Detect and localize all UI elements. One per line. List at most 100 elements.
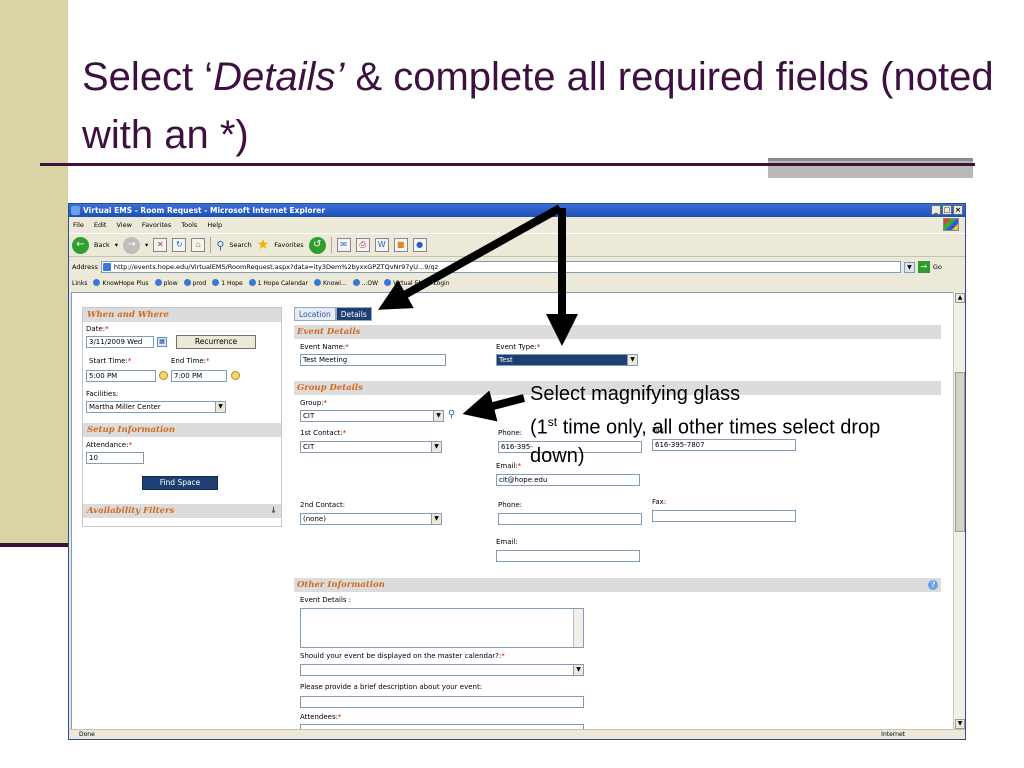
go-button[interactable]: Go xyxy=(933,263,942,271)
availability-filters-header[interactable]: Availability Filters ↡ xyxy=(83,504,281,518)
link-1-hope[interactable]: 1 Hope xyxy=(212,277,242,290)
event-details-text-label: Event Details : xyxy=(300,596,352,604)
menu-view[interactable]: View xyxy=(116,218,131,232)
master-calendar-select[interactable]: ▼ xyxy=(300,664,584,676)
scroll-up-icon[interactable]: ▲ xyxy=(955,293,965,303)
setup-information-header: Setup Information xyxy=(83,423,281,437)
request-tabs: Location Details xyxy=(294,307,372,321)
print-icon[interactable]: ⎙ xyxy=(355,238,370,252)
calendar-icon[interactable]: ▦ xyxy=(157,337,167,347)
end-time-input[interactable]: 7:00 PM xyxy=(171,370,227,382)
mail-icon[interactable]: ✉ xyxy=(336,238,351,252)
fax2-input[interactable] xyxy=(652,510,796,522)
page-scrollbar[interactable]: ▲ ▼ xyxy=(953,292,965,730)
stop-icon[interactable]: ✕ xyxy=(153,238,168,252)
email-input[interactable]: cit@hope.edu xyxy=(496,474,640,486)
address-label: Address xyxy=(72,263,98,271)
search-icon[interactable]: ⚲ xyxy=(216,239,224,252)
chevron-down-icon: ▼ xyxy=(431,514,441,524)
home-icon[interactable]: ⌂ xyxy=(191,238,206,252)
link-1-hope-calendar[interactable]: 1 Hope Calendar xyxy=(249,277,308,290)
minimize-button[interactable]: _ xyxy=(931,205,941,215)
facilities-label: Facilities: xyxy=(86,390,119,398)
when-where-header: When and Where xyxy=(83,308,281,322)
link-plow[interactable]: plow xyxy=(155,277,178,290)
scroll-down-icon[interactable]: ▼ xyxy=(955,719,965,729)
page-icon xyxy=(102,263,111,271)
link-knowhope-plus[interactable]: KnowHope Plus xyxy=(93,277,148,290)
tab-location[interactable]: Location xyxy=(294,307,336,321)
search-label[interactable]: Search xyxy=(229,241,251,249)
event-type-value: Test xyxy=(499,356,513,364)
forward-arrow-icon[interactable]: → xyxy=(123,236,141,254)
page-content: When and Where Date:* 3/11/2009 Wed ▦ Re… xyxy=(71,292,954,730)
windows-flag-icon xyxy=(943,218,959,231)
clock-icon[interactable] xyxy=(231,371,240,380)
menu-bar: File Edit View Favorites Tools Help xyxy=(69,218,965,232)
menu-help[interactable]: Help xyxy=(207,218,222,232)
find-space-button[interactable]: Find Space xyxy=(142,476,218,490)
window-titlebar: Virtual EMS - Room Request - Microsoft I… xyxy=(69,204,965,217)
edit-word-icon[interactable]: W xyxy=(374,238,389,252)
attendees-label: Attendees:* xyxy=(300,713,342,721)
link-virtual-ems-login[interactable]: Virtual EMS - Login xyxy=(384,277,449,290)
end-time-label: End Time:* xyxy=(171,357,210,365)
event-details-header: Event Details xyxy=(294,325,941,339)
collapse-chevron-icon[interactable]: ↡ xyxy=(270,504,277,518)
menu-favorites[interactable]: Favorites xyxy=(142,218,171,232)
maximize-button[interactable]: □ xyxy=(942,205,952,215)
history-icon[interactable]: ↺ xyxy=(308,236,326,254)
help-icon[interactable]: ? xyxy=(928,580,938,590)
browser-toolbar: ← Back ▾ → ▾ ✕ ↻ ⌂ ⚲ Search ★ Favorites … xyxy=(69,233,965,257)
event-type-select[interactable]: Test ▼ xyxy=(496,354,638,366)
textarea-scrollbar[interactable] xyxy=(573,609,583,647)
menu-file[interactable]: File xyxy=(73,218,84,232)
description-input[interactable] xyxy=(300,696,584,708)
close-button[interactable]: × xyxy=(953,205,963,215)
group-label: Group:* xyxy=(300,399,328,407)
back-arrow-icon[interactable]: ← xyxy=(72,236,89,254)
scroll-thumb[interactable] xyxy=(955,372,965,532)
slide-side-band xyxy=(0,0,68,545)
refresh-icon[interactable]: ↻ xyxy=(172,238,187,252)
back-dropdown-icon[interactable]: ▾ xyxy=(115,241,118,249)
email2-input[interactable] xyxy=(496,550,640,562)
second-contact-select[interactable]: (none) ▼ xyxy=(300,513,442,525)
slide-rule-lower xyxy=(0,543,68,547)
links-bar: Links KnowHope Plus plow prod 1 Hope 1 H… xyxy=(69,277,965,290)
links-label: Links xyxy=(72,280,88,287)
attendance-input[interactable]: 10 xyxy=(86,452,144,464)
menu-edit[interactable]: Edit xyxy=(94,218,107,232)
date-input[interactable]: 3/11/2009 Wed xyxy=(86,336,154,348)
browser-window: Virtual EMS - Room Request - Microsoft I… xyxy=(68,203,966,740)
address-input[interactable]: http://events.hope.edu/VirtualEMS/RoomRe… xyxy=(100,261,901,273)
forward-dropdown-icon[interactable]: ▾ xyxy=(145,241,148,249)
favorites-label[interactable]: Favorites xyxy=(274,241,303,249)
link-prod[interactable]: prod xyxy=(184,277,207,290)
when-where-panel: When and Where Date:* 3/11/2009 Wed ▦ Re… xyxy=(82,307,282,527)
first-contact-select[interactable]: CIT ▼ xyxy=(300,441,442,453)
attendance-label: Attendance:* xyxy=(86,441,133,449)
date-label: Date:* xyxy=(86,325,109,333)
start-time-input[interactable]: 5:00 PM xyxy=(86,370,156,382)
menu-tools[interactable]: Tools xyxy=(181,218,197,232)
address-dropdown-icon[interactable]: ▼ xyxy=(903,261,915,273)
magnifying-glass-icon[interactable]: ⚲ xyxy=(448,409,460,421)
back-label[interactable]: Back xyxy=(94,241,110,249)
go-arrow-icon[interactable]: → xyxy=(917,261,930,273)
phone2-input[interactable] xyxy=(498,513,642,525)
event-details-textarea[interactable] xyxy=(300,608,584,648)
group-select[interactable]: CIT ▼ xyxy=(300,410,444,422)
recurrence-button[interactable]: Recurrence xyxy=(176,335,256,349)
link-now[interactable]: ...OW xyxy=(353,277,378,290)
favorites-star-icon[interactable]: ★ xyxy=(257,238,270,252)
folder-icon[interactable]: ■ xyxy=(393,238,408,252)
event-name-input[interactable]: Test Meeting xyxy=(300,354,446,366)
clock-icon[interactable] xyxy=(159,371,168,380)
link-knowhope[interactable]: Knowi... xyxy=(314,277,347,290)
status-text: Done xyxy=(79,731,95,738)
tab-details[interactable]: Details xyxy=(335,307,372,321)
messenger-icon[interactable]: ● xyxy=(412,238,427,252)
toolbar-separator xyxy=(210,237,212,253)
facilities-select[interactable]: Martha Miller Center ▼ xyxy=(86,401,226,413)
